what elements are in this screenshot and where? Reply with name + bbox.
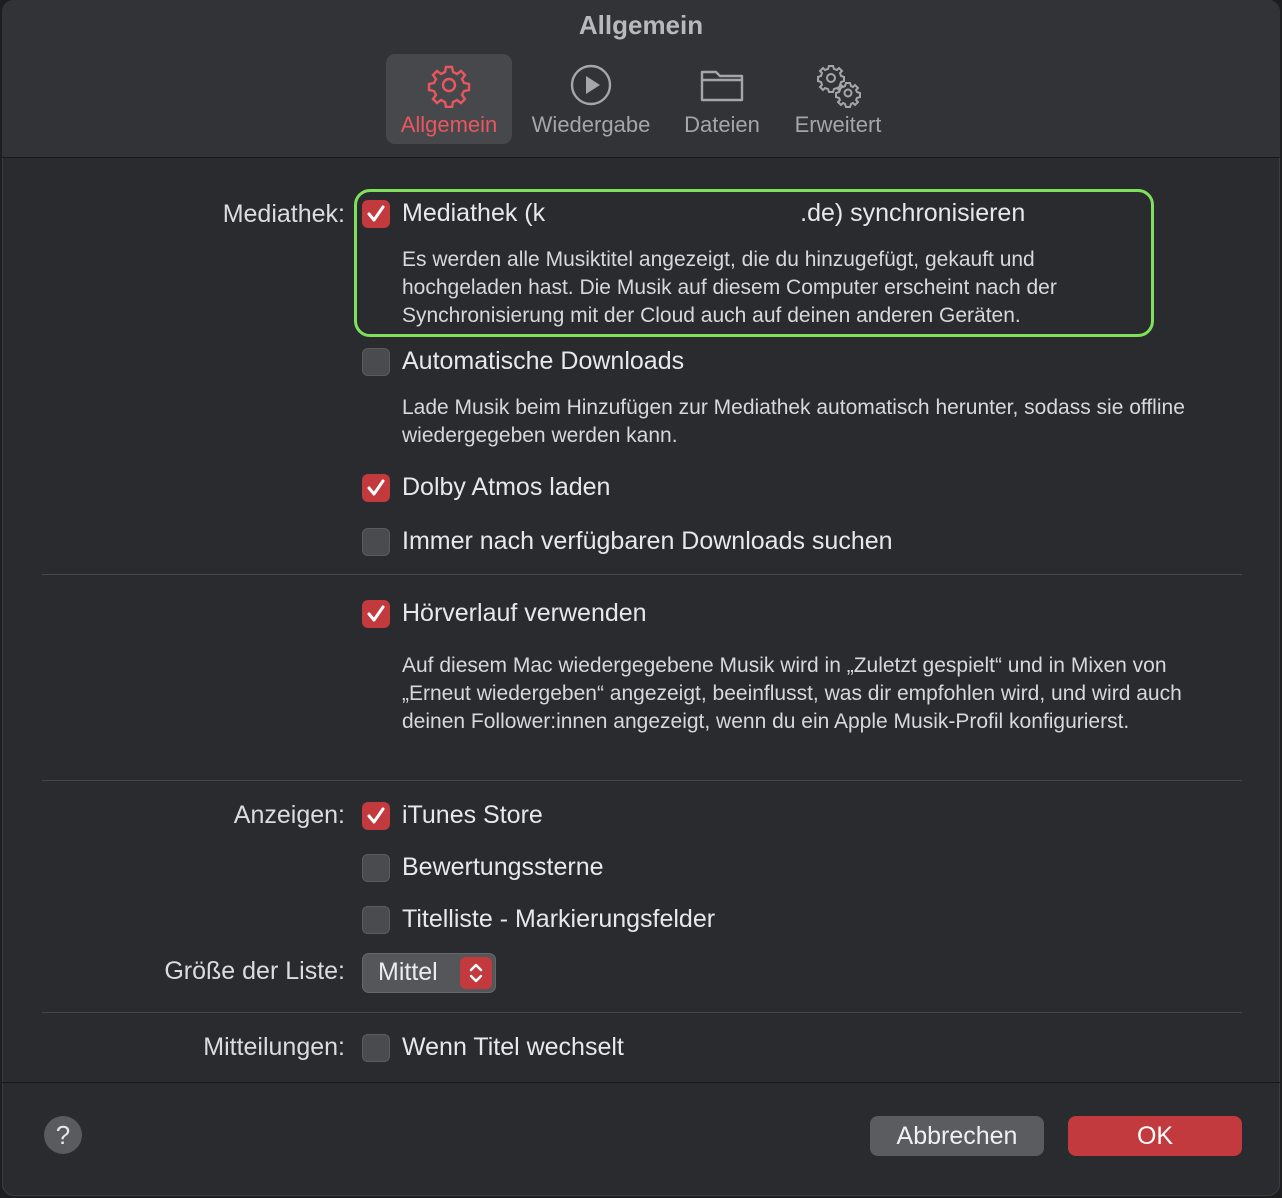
- listening-history-checkbox[interactable]: [362, 600, 390, 628]
- sync-library-label: Mediathek (k .de) synchronisieren: [402, 199, 1025, 228]
- sync-label-suffix: .de) synchronisieren: [800, 199, 1026, 227]
- sync-library-description: Es werden alle Musiktitel angezeigt, die…: [402, 248, 1057, 327]
- listening-history-label: Hörverlauf verwenden: [402, 599, 647, 627]
- auto-downloads-label: Automatische Downloads: [402, 347, 685, 375]
- tab-wiedergabe[interactable]: Wiedergabe: [524, 54, 658, 144]
- track-change-checkbox[interactable]: [362, 1034, 390, 1062]
- checkmark-icon: [367, 205, 385, 222]
- help-button[interactable]: ?: [44, 1116, 82, 1154]
- divider: [42, 780, 1242, 781]
- listening-history-description: Auf diesem Mac wiedergegebene Musik wird…: [402, 654, 1182, 733]
- checkmark-icon: [367, 605, 385, 622]
- gear-icon: [427, 65, 471, 108]
- window-title: Allgemein: [578, 10, 704, 40]
- list-checkboxes-label: Titelliste - Markierungsfelder: [402, 905, 716, 933]
- sync-library-checkbox[interactable]: [362, 200, 390, 228]
- itunes-store-checkbox[interactable]: [362, 802, 390, 830]
- tab-erweitert[interactable]: Erweitert: [788, 54, 888, 144]
- rating-stars-checkbox[interactable]: [362, 854, 390, 882]
- auto-downloads-checkbox[interactable]: [362, 348, 390, 376]
- notifications-label: Mitteilungen:: [203, 1033, 345, 1061]
- list-size-label: Größe der Liste:: [164, 957, 345, 985]
- folder-icon: [700, 70, 744, 102]
- check-downloads-checkbox[interactable]: [362, 528, 390, 556]
- list-size-select[interactable]: Mittel: [362, 953, 496, 993]
- play-circle-icon: [570, 64, 612, 106]
- gears-icon: [817, 65, 861, 108]
- track-change-label: Wenn Titel wechselt: [402, 1033, 624, 1061]
- rating-stars-label: Bewertungssterne: [402, 853, 604, 881]
- checkmark-icon: [367, 807, 385, 824]
- tab-label: Dateien: [684, 112, 760, 137]
- divider: [42, 574, 1242, 575]
- toolbar: Allgemein Allgemein Wiedergabe Dateien E…: [2, 0, 1280, 158]
- cancel-button[interactable]: Abbrechen: [870, 1116, 1044, 1156]
- checkmark-icon: [367, 479, 385, 496]
- footer-divider: [2, 1082, 1280, 1083]
- sync-label-prefix: Mediathek (k: [402, 199, 546, 227]
- preferences-window: Allgemein Allgemein Wiedergabe Dateien E…: [2, 0, 1280, 1196]
- library-label: Mediathek:: [222, 200, 345, 228]
- stepper-arrows-icon: [460, 957, 492, 989]
- itunes-store-label: iTunes Store: [402, 801, 543, 829]
- dolby-atmos-checkbox[interactable]: [362, 474, 390, 502]
- ok-button[interactable]: OK: [1068, 1116, 1242, 1156]
- tab-label: Erweitert: [794, 112, 882, 137]
- check-downloads-label: Immer nach verfügbaren Downloads suchen: [402, 527, 893, 555]
- list-checkboxes-checkbox[interactable]: [362, 906, 390, 934]
- show-label: Anzeigen:: [233, 801, 345, 829]
- list-size-value: Mittel: [378, 958, 438, 986]
- tab-label: Allgemein: [400, 112, 498, 137]
- dolby-atmos-label: Dolby Atmos laden: [402, 473, 611, 501]
- tab-dateien[interactable]: Dateien: [678, 54, 766, 144]
- auto-downloads-description: Lade Musik beim Hinzufügen zur Mediathek…: [402, 396, 1185, 447]
- tab-label: Wiedergabe: [531, 112, 651, 137]
- tab-allgemein[interactable]: Allgemein: [386, 54, 512, 144]
- divider: [42, 1012, 1242, 1013]
